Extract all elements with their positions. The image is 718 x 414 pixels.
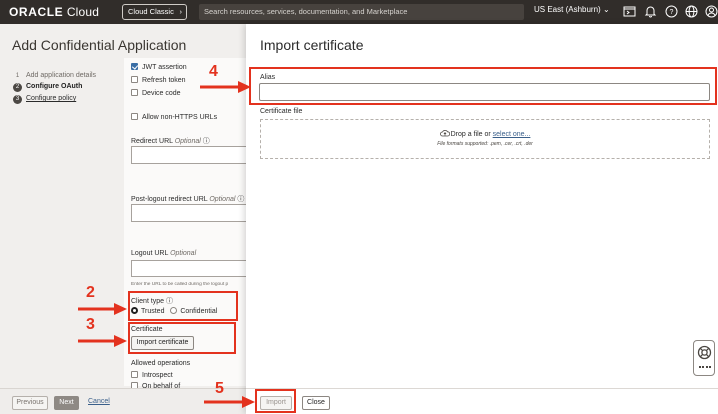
search-input[interactable]: Search resources, services, documentatio… [199, 4, 524, 20]
client-type-radios: Trusted Confidential [131, 307, 217, 315]
cancel-link[interactable]: Cancel [88, 396, 110, 410]
allow-non-https-checkbox[interactable]: Allow non-HTTPS URLs [131, 113, 217, 121]
close-button[interactable]: Close [302, 396, 330, 410]
step-configure-oauth[interactable]: 2 Configure OAuth [13, 83, 82, 92]
info-icon[interactable]: ⓘ [203, 138, 210, 145]
refresh-token-checkbox[interactable]: Refresh token [131, 76, 186, 84]
redirect-url-input[interactable] [131, 146, 246, 164]
bell-icon[interactable] [644, 5, 657, 18]
user-icon[interactable] [705, 5, 718, 18]
allowed-operations-label: Allowed operations [131, 360, 191, 367]
post-logout-redirect-url-input[interactable] [131, 204, 246, 222]
import-certificate-button[interactable]: Import certificate [131, 336, 194, 350]
step-configure-policy[interactable]: 3 Configure policy [13, 95, 76, 104]
lifebuoy-icon [697, 345, 712, 360]
annotation-number-3: 3 [86, 316, 95, 333]
oauth-configuration-form: JWT assertion Refresh token Device code … [124, 58, 246, 390]
page-title: Add Confidential Application [12, 37, 187, 53]
file-drop-zone[interactable]: Drop a file or select one... File format… [260, 119, 710, 159]
chevron-right-icon: › [179, 7, 183, 16]
more-dots-icon [699, 366, 711, 369]
panel-title: Import certificate [260, 37, 364, 53]
globe-icon[interactable] [685, 5, 698, 18]
trusted-radio[interactable]: Trusted [131, 307, 164, 315]
cloud-upload-icon [439, 130, 450, 137]
import-certificate-panel: Import certificate Alias Certificate fil… [246, 24, 718, 414]
logout-url-hint: Enter the URL to be called during the lo… [131, 282, 229, 287]
annotation-arrow-2 [78, 303, 127, 315]
info-icon[interactable]: ⓘ [237, 196, 244, 203]
client-type-label: Client type ⓘ [131, 298, 174, 305]
annotation-number-4: 4 [209, 63, 218, 80]
help-widget[interactable] [693, 340, 715, 376]
next-button[interactable]: Next [54, 396, 79, 410]
annotation-arrow-3 [78, 335, 127, 347]
logout-url-input[interactable] [131, 260, 246, 277]
cloud-classic-button[interactable]: Cloud Classic › [122, 4, 187, 20]
top-navigation-bar: ORACLE Cloud Cloud Classic › Search resou… [0, 0, 718, 24]
step-add-application-details[interactable]: 1 Add application details [13, 72, 96, 81]
previous-button[interactable]: Previous [12, 396, 48, 410]
svg-text:?: ? [670, 9, 674, 16]
certificate-file-label: Certificate file [260, 108, 303, 115]
certificate-label: Certificate [131, 326, 163, 333]
device-code-checkbox[interactable]: Device code [131, 89, 181, 97]
help-icon[interactable]: ? [665, 5, 678, 18]
confidential-radio[interactable]: Confidential [170, 307, 217, 315]
import-button[interactable]: Import [260, 396, 292, 410]
code-editor-icon[interactable] [623, 5, 636, 18]
chevron-down-icon: ⌄ [602, 5, 610, 14]
redirect-url-label: Redirect URL Optional ⓘ [131, 138, 210, 145]
alias-label: Alias [260, 74, 276, 81]
info-icon[interactable]: ⓘ [166, 298, 173, 305]
annotation-number-2: 2 [86, 284, 95, 301]
panel-footer: Import Close [246, 388, 718, 414]
introspect-checkbox[interactable]: Introspect [131, 371, 173, 379]
annotation-arrow-4 [200, 81, 251, 93]
annotation-arrow-5 [204, 396, 255, 408]
oracle-cloud-logo[interactable]: ORACLE Cloud [9, 5, 99, 19]
drop-zone-text: Drop a file or select one... [261, 129, 709, 138]
region-selector[interactable]: US East (Ashburn) ⌄ [534, 5, 610, 14]
post-logout-redirect-url-label: Post-logout redirect URL Optional ⓘ [131, 196, 245, 203]
supported-formats-text: File formats supported: .pem, .cer, .crt… [437, 141, 533, 147]
alias-input[interactable] [259, 83, 710, 101]
select-file-link[interactable]: select one... [493, 131, 531, 138]
logout-url-label: Logout URL Optional [131, 250, 197, 257]
jwt-assertion-checkbox[interactable]: JWT assertion [131, 63, 187, 71]
